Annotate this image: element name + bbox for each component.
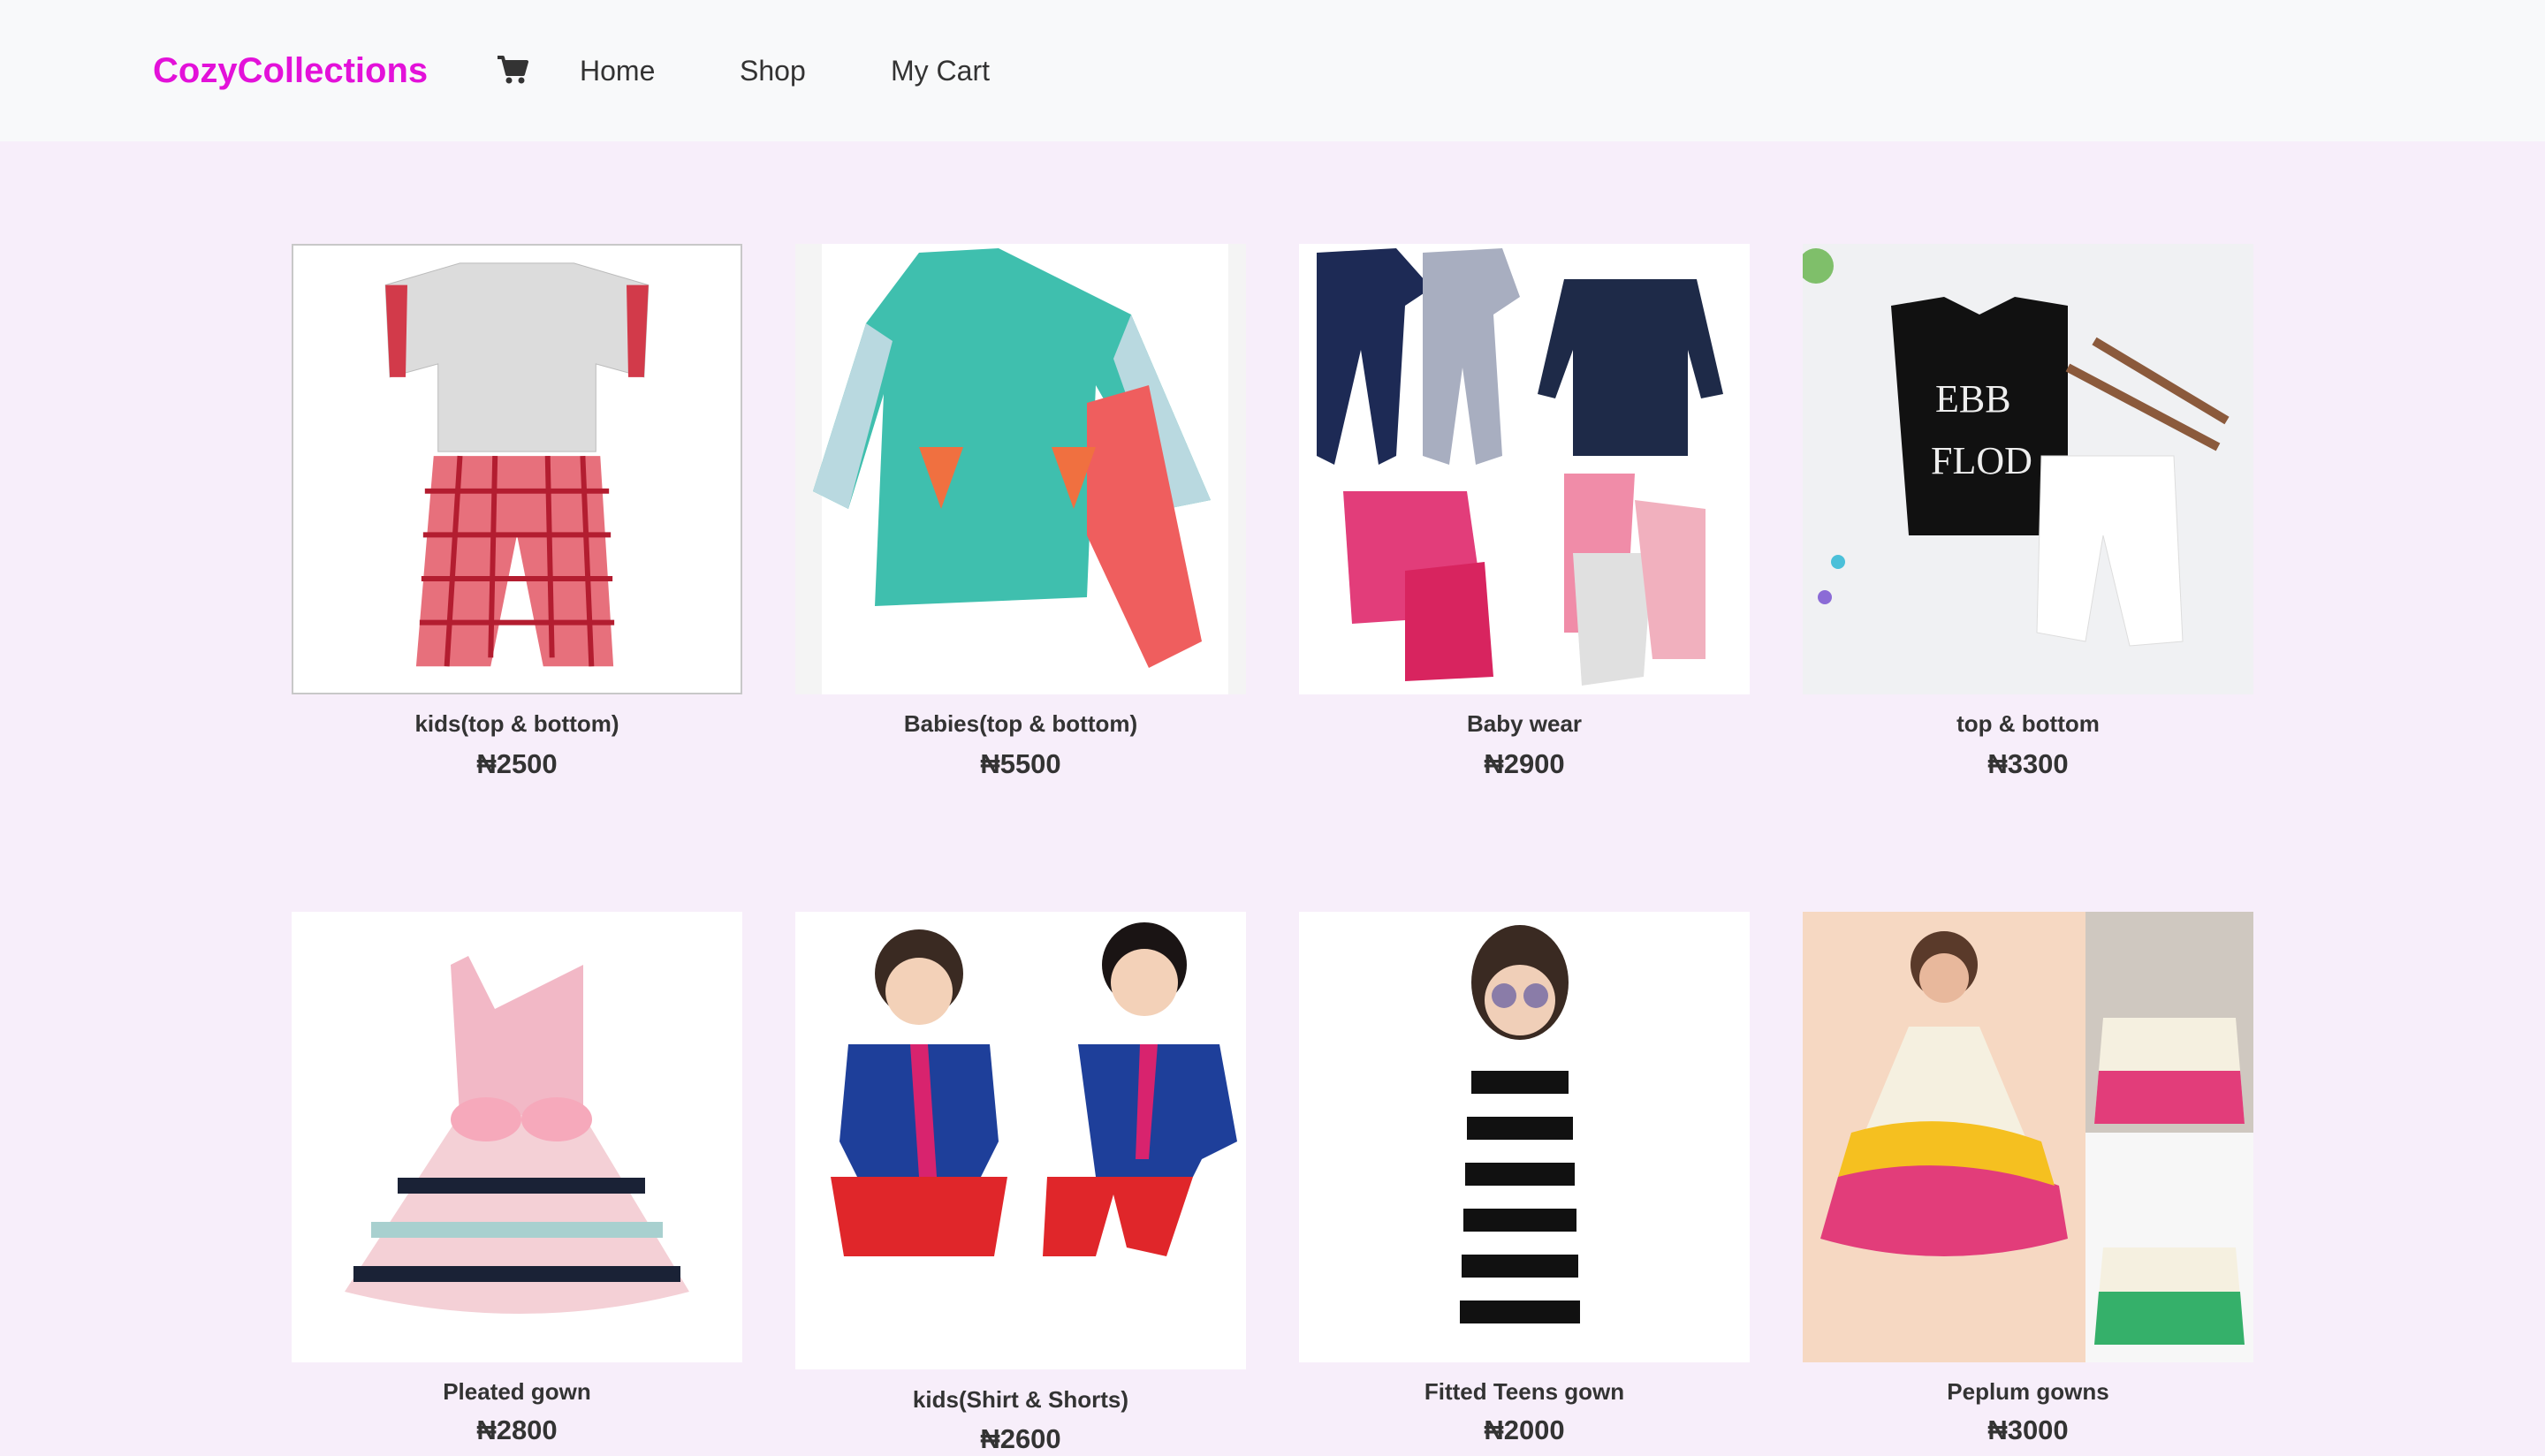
product-image-babies-top-bottom[interactable]	[795, 244, 1246, 694]
svg-text:FLOD: FLOD	[1931, 439, 2032, 482]
product-image-kids-shirt-shorts[interactable]	[795, 912, 1246, 1369]
product-price: ₦2600	[980, 1423, 1061, 1454]
product-price: ₦3300	[1987, 748, 2069, 779]
product-name: kids(top & bottom)	[414, 710, 619, 737]
product-image-pleated-gown[interactable]	[292, 912, 742, 1362]
product-name: top & bottom	[1956, 710, 2100, 737]
navbar: CozyCollections Home Shop My Cart	[0, 0, 2545, 141]
product-name: Pleated gown	[443, 1378, 591, 1405]
product-price: ₦2500	[476, 748, 558, 779]
nav-link-my-cart[interactable]: My Cart	[891, 51, 990, 90]
product-name: Fitted Teens gown	[1424, 1378, 1625, 1405]
product-image-kids-top-bottom[interactable]	[292, 244, 742, 694]
product-price: ₦5500	[980, 748, 1061, 779]
product-name: Peplum gowns	[1947, 1378, 2109, 1405]
product-price: ₦2000	[1484, 1414, 1565, 1445]
product-image-fitted-teens-gown[interactable]	[1299, 912, 1750, 1362]
product-price: ₦2800	[476, 1414, 558, 1445]
product-name: Babies(top & bottom)	[903, 710, 1138, 737]
nav-link-home[interactable]: Home	[580, 51, 655, 90]
brand-logo-link[interactable]: CozyCollections	[153, 49, 428, 92]
product-name: kids(Shirt & Shorts)	[912, 1386, 1129, 1413]
product-image-top-and-bottom[interactable]: EBB FLOD	[1803, 244, 2253, 694]
product-image-baby-wear[interactable]	[1299, 244, 1750, 694]
shopping-cart-icon[interactable]	[497, 55, 528, 85]
product-price: ₦2900	[1484, 748, 1565, 779]
product-name: Baby wear	[1466, 710, 1583, 737]
product-image-peplum-gowns[interactable]	[1803, 912, 2253, 1362]
nav-link-shop[interactable]: Shop	[740, 51, 806, 90]
svg-text:EBB: EBB	[1935, 377, 2011, 421]
product-price: ₦3000	[1987, 1414, 2069, 1445]
